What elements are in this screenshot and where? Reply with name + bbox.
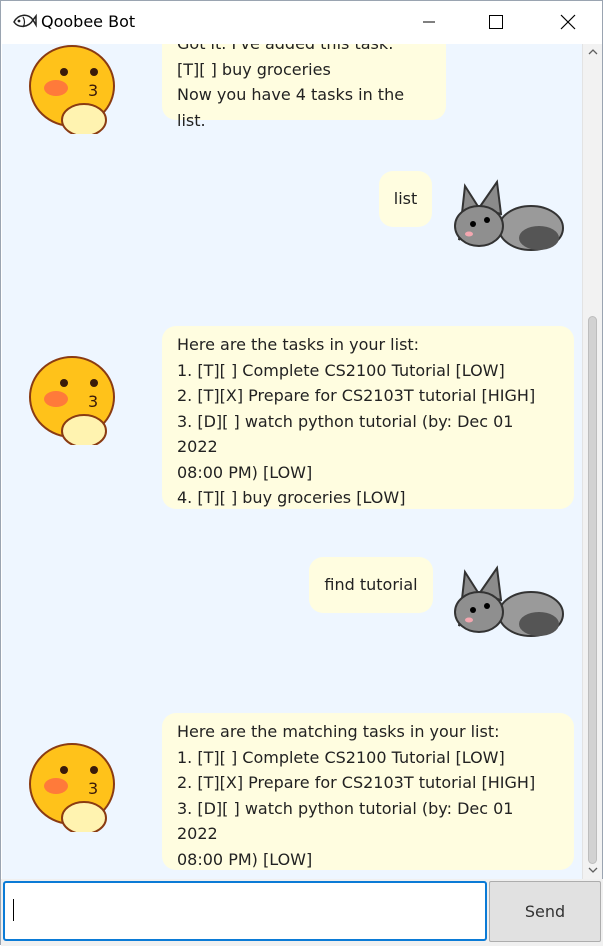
qoobee-bot-avatar: 3 — [29, 356, 115, 445]
input-bar: Send — [1, 879, 603, 946]
user-message-text: find tutorial — [324, 575, 418, 595]
maximize-icon — [489, 15, 503, 29]
window-title: Qoobee Bot — [41, 12, 136, 31]
svg-text:3: 3 — [88, 779, 98, 798]
bot-message-bubble: Got it. I've added this task: [T][ ] buy… — [162, 44, 446, 130]
close-button[interactable] — [545, 1, 591, 43]
svg-text:3: 3 — [88, 392, 98, 411]
text-caret — [13, 899, 14, 921]
scroll-thumb[interactable] — [588, 316, 597, 864]
user-message-bubble: list — [379, 171, 432, 227]
maximize-button[interactable] — [473, 1, 519, 43]
user-message-text: list — [393, 189, 418, 209]
user-message-bubble: find tutorial — [309, 557, 433, 613]
minimize-button[interactable] — [406, 1, 452, 43]
bot-message-bubble: Here are the matching tasks in your list… — [162, 713, 574, 870]
cat-user-avatar — [454, 565, 564, 637]
bot-message-bubble: Here are the tasks in your list: 1. [T][… — [162, 326, 574, 509]
chat-scrollbar[interactable] — [582, 44, 602, 879]
qoobee-bot-avatar: 3 — [29, 743, 115, 832]
app-window: Qoobee Bot Got it. I've added this task:… — [0, 0, 603, 946]
qoobee-bot-avatar: 3 — [29, 45, 115, 134]
chat-area[interactable]: Got it. I've added this task: [T][ ] buy… — [2, 44, 582, 879]
fish-app-icon — [13, 13, 37, 28]
minimize-icon — [423, 21, 435, 23]
scroll-up-arrow-icon[interactable] — [588, 48, 598, 56]
scroll-down-arrow-icon[interactable] — [588, 866, 598, 874]
message-input[interactable] — [3, 881, 487, 941]
send-button[interactable]: Send — [489, 881, 601, 942]
cat-user-avatar — [454, 179, 564, 251]
close-icon — [560, 14, 576, 30]
title-bar[interactable]: Qoobee Bot — [1, 1, 602, 43]
svg-text:3: 3 — [88, 81, 98, 100]
